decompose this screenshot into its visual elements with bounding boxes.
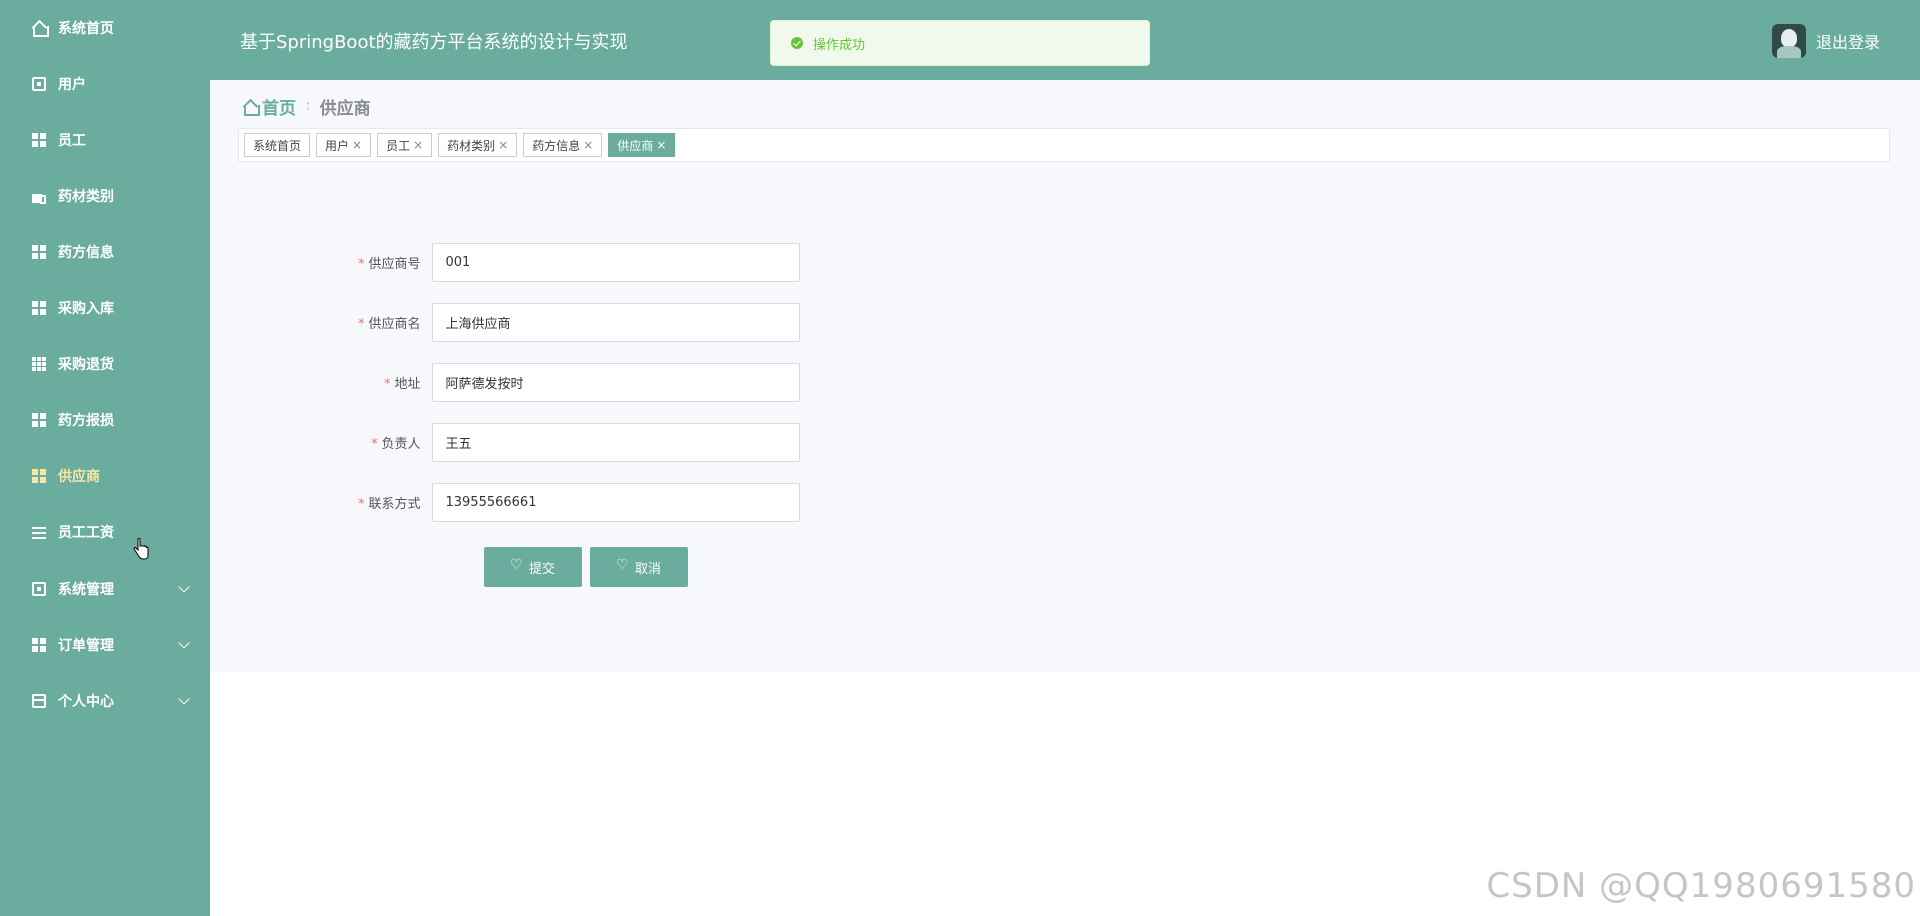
clipboard-icon xyxy=(32,582,46,596)
chevron-down-icon xyxy=(178,693,190,705)
home-icon[interactable] xyxy=(242,99,260,116)
grid-icon xyxy=(32,469,46,483)
contact-person-input[interactable] xyxy=(432,422,800,462)
form-row-supplier-id: * 供应商号 xyxy=(0,242,800,282)
sidebar-item-herb-category[interactable]: 药材类别 xyxy=(0,168,210,224)
sidebar-item-label: 订单管理 xyxy=(58,638,114,654)
close-icon[interactable]: × xyxy=(656,138,666,152)
chevron-down-icon xyxy=(178,581,190,593)
close-icon[interactable]: × xyxy=(583,138,593,152)
breadcrumb: 首页 ∶ 供应商 xyxy=(242,94,371,119)
cup-icon xyxy=(32,189,46,204)
logout-link[interactable]: 退出登录 xyxy=(1816,29,1880,53)
supplier-id-input[interactable] xyxy=(432,242,800,282)
sidebar-item-order-management[interactable]: 订单管理 xyxy=(0,617,210,673)
success-check-icon xyxy=(791,37,803,49)
form-row-contact-person: * 负责人 xyxy=(0,422,800,462)
tab-label: 药材类别 xyxy=(447,138,496,153)
tab-prescription-info[interactable]: 药方信息 × xyxy=(523,133,603,157)
required-mark: * xyxy=(357,316,365,332)
home-icon xyxy=(32,21,49,37)
sidebar-item-system-management[interactable]: 系统管理 xyxy=(0,561,210,617)
required-mark: * xyxy=(370,436,378,452)
tab-home[interactable]: 系统首页 xyxy=(244,133,311,157)
watermark: CSDN @QQ1980691580 xyxy=(1486,866,1916,906)
tab-label: 用户 xyxy=(325,138,350,153)
toast-message: 操作成功 xyxy=(813,37,866,53)
submit-button[interactable]: 提交 xyxy=(484,547,582,587)
field-label-text: 负责人 xyxy=(381,436,421,452)
cancel-label: 取消 xyxy=(634,561,661,577)
tab-label: 供应商 xyxy=(617,138,654,153)
field-label: * 供应商名 xyxy=(0,313,432,332)
field-label: * 供应商号 xyxy=(0,253,432,272)
heart-icon xyxy=(510,557,523,573)
sidebar-item-users[interactable]: 用户 xyxy=(0,56,210,112)
sidebar-item-personal-center[interactable]: 个人中心 xyxy=(0,673,210,729)
grid-icon xyxy=(32,638,46,652)
field-label-text: 供应商号 xyxy=(368,256,421,272)
sidebar-item-label: 药材类别 xyxy=(58,189,114,205)
sidebar-item-label: 员工工资 xyxy=(58,525,114,541)
card-icon xyxy=(32,694,46,708)
sidebar-item-label: 系统首页 xyxy=(58,21,114,37)
tab-herb-category[interactable]: 药材类别 × xyxy=(438,133,518,157)
breadcrumb-home[interactable]: 首页 xyxy=(262,94,296,119)
sidebar-item-employees[interactable]: 员工 xyxy=(0,112,210,168)
sidebar-item-label: 系统管理 xyxy=(58,582,114,598)
sidebar-item-label: 用户 xyxy=(58,77,86,93)
sidebar-item-label: 个人中心 xyxy=(58,694,114,710)
field-label-text: 地址 xyxy=(394,376,421,392)
supplier-name-input[interactable] xyxy=(432,302,800,342)
tags-view: 系统首页 用户 × 员工 × 药材类别 × 药方信息 × 供应商 × xyxy=(238,128,1890,162)
grid-icon xyxy=(32,133,46,147)
field-label-text: 供应商名 xyxy=(368,316,421,332)
sidebar-item-label: 员工 xyxy=(58,133,86,149)
tab-label: 药方信息 xyxy=(532,138,581,153)
close-icon[interactable]: × xyxy=(498,138,508,152)
cancel-button[interactable]: 取消 xyxy=(590,547,688,587)
breadcrumb-separator: ∶ xyxy=(306,98,310,115)
tab-employees[interactable]: 员工 × xyxy=(377,133,433,157)
tab-users[interactable]: 用户 × xyxy=(316,133,372,157)
close-icon[interactable]: × xyxy=(352,138,362,152)
close-icon[interactable]: × xyxy=(413,138,423,152)
tab-label: 员工 xyxy=(386,138,411,153)
field-label: * 负责人 xyxy=(0,433,432,452)
app-title: 基于SpringBoot的藏药方平台系统的设计与实现 xyxy=(240,32,628,53)
submit-label: 提交 xyxy=(528,561,555,577)
avatar[interactable] xyxy=(1771,24,1806,58)
form-row-supplier-name: * 供应商名 xyxy=(0,302,800,342)
clipboard-icon xyxy=(32,77,46,91)
hand-cursor-icon xyxy=(133,538,149,560)
tab-supplier[interactable]: 供应商 × xyxy=(608,133,676,157)
field-label: * 联系方式 xyxy=(0,493,432,512)
user-area: 退出登录 xyxy=(1771,24,1880,58)
sidebar-item-home[interactable]: 系统首页 xyxy=(0,0,210,56)
required-mark: * xyxy=(357,256,365,272)
sliders-icon xyxy=(32,525,46,539)
required-mark: * xyxy=(357,496,365,512)
form-row-phone: * 联系方式 xyxy=(0,482,800,522)
field-label-text: 联系方式 xyxy=(368,496,421,512)
chevron-down-icon xyxy=(178,637,190,649)
form-row-address: * 地址 xyxy=(0,362,800,402)
field-label: * 地址 xyxy=(0,373,432,392)
success-toast: 操作成功 xyxy=(770,20,1150,66)
heart-icon xyxy=(616,557,629,573)
tab-label: 系统首页 xyxy=(253,138,302,153)
breadcrumb-current: 供应商 xyxy=(319,99,371,119)
phone-input[interactable] xyxy=(432,482,800,522)
required-mark: * xyxy=(383,376,391,392)
address-input[interactable] xyxy=(432,362,800,402)
